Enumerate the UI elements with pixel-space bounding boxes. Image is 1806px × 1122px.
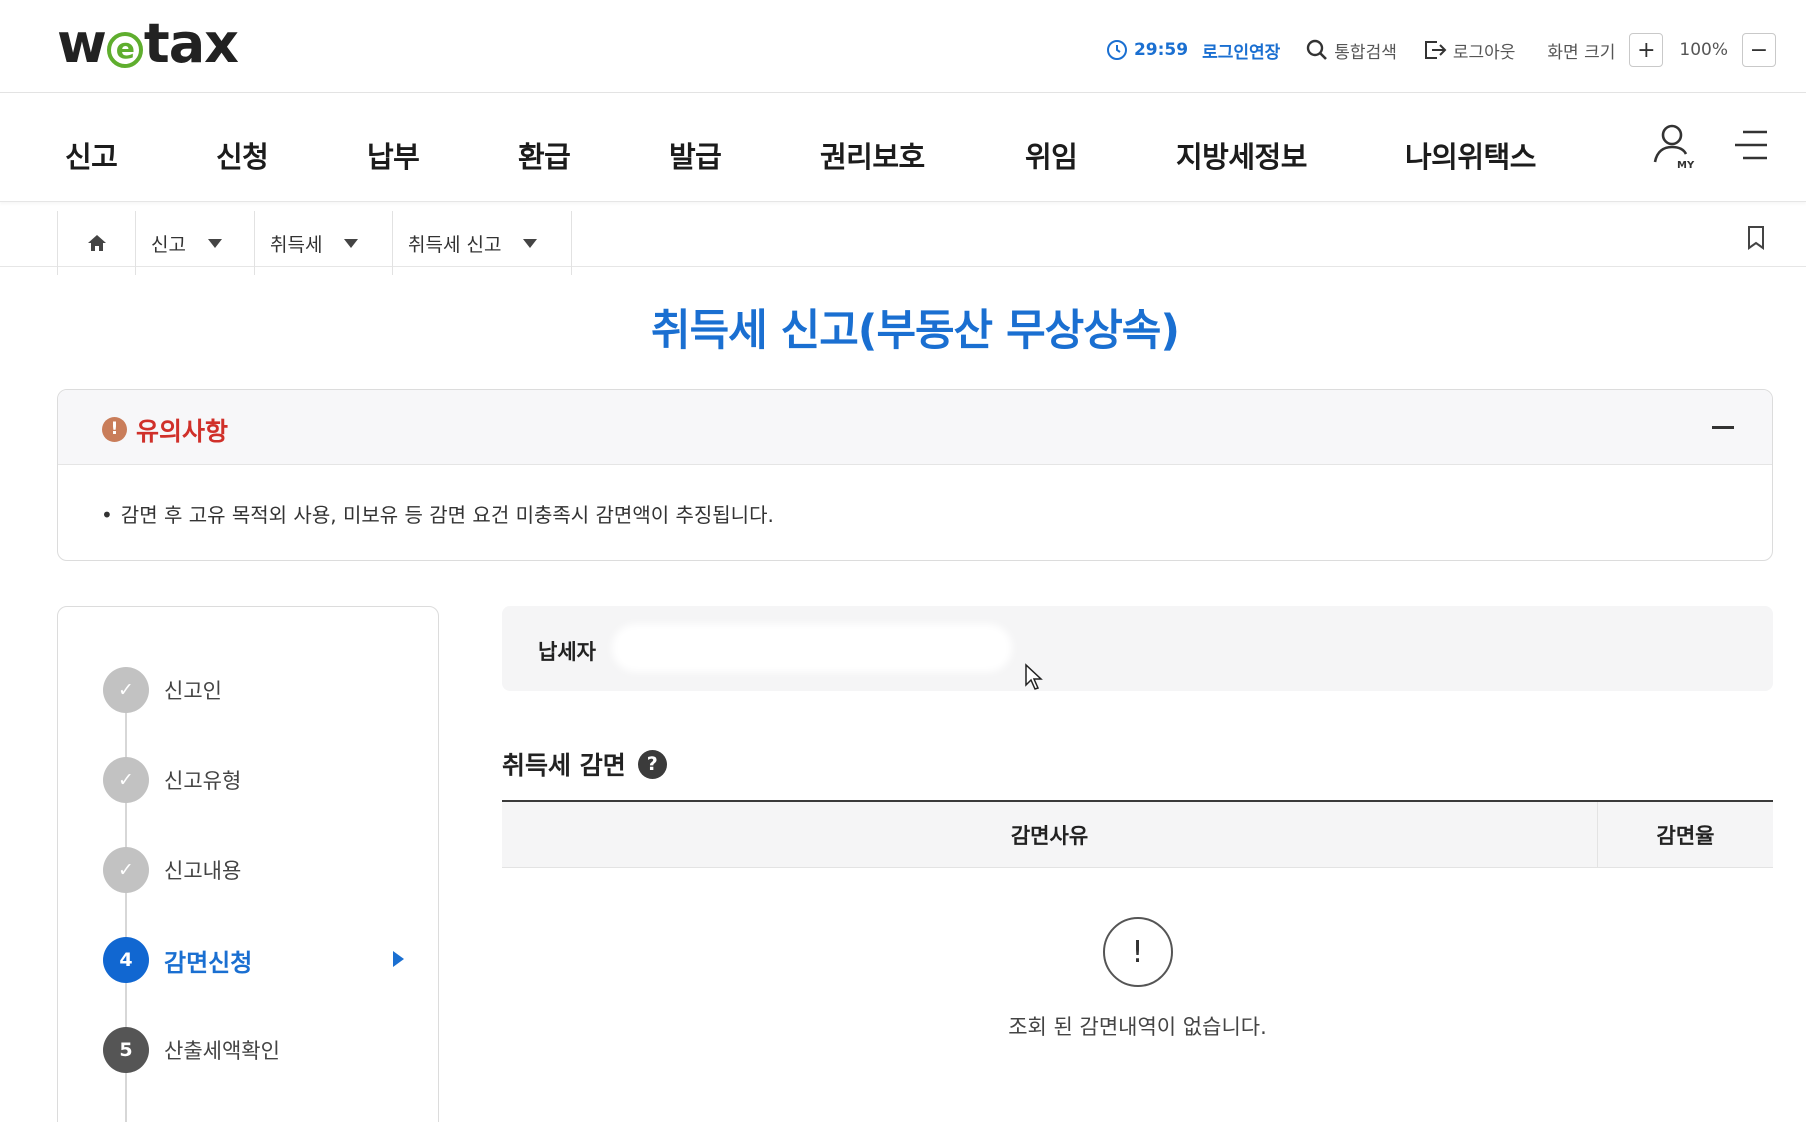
- nav-item-delegation[interactable]: 위임: [1025, 134, 1078, 176]
- step-item-tax-confirm[interactable]: 5 산출세액확인: [103, 1027, 280, 1073]
- taxpayer-box: 납세자: [502, 606, 1773, 691]
- bookmark-icon[interactable]: [1745, 225, 1767, 251]
- zoom-value: 100%: [1679, 40, 1728, 60]
- taxpayer-label: 납세자: [538, 640, 596, 664]
- step-label: 감면신청: [164, 948, 253, 977]
- search-label: 통합검색: [1334, 42, 1397, 63]
- wetax-logo[interactable]: w e tax: [57, 17, 239, 71]
- reduction-table: 감면사유 감면율: [502, 800, 1773, 868]
- nav-item-my-wetax[interactable]: 나의위택스: [1405, 134, 1536, 176]
- page-title: 취득세 신고(부동산 무상상속): [651, 306, 1180, 356]
- zoom-out-button[interactable]: −: [1742, 33, 1776, 67]
- my-page-icon[interactable]: MY: [1650, 122, 1696, 170]
- notice-panel: ! 유의사항 • 감면 후 고유 목적외 사용, 미보유 등 감면 요건 미충족시…: [57, 389, 1773, 561]
- column-header-rate: 감면율: [1656, 824, 1715, 848]
- section-title: 취득세 감면 ?: [502, 746, 667, 782]
- step-label: 신고인: [164, 679, 222, 703]
- clock-icon: [1106, 40, 1127, 60]
- chevron-down-icon: [344, 238, 359, 248]
- nav-item-refund[interactable]: 환급: [518, 134, 571, 176]
- search-button[interactable]: 통합검색: [1306, 38, 1397, 63]
- logout-button[interactable]: 로그아웃: [1423, 38, 1516, 63]
- zoom-label: 화면 크기: [1547, 42, 1616, 63]
- notice-body: • 감면 후 고유 목적외 사용, 미보유 등 감면 요건 미충족시 감면액이 추…: [58, 465, 1772, 528]
- exclamation-icon: !: [1102, 917, 1173, 987]
- main-nav: 신고 신청 납부 환급 발급 권리보호 위임 지방세정보 나의위택스 MY: [0, 94, 1806, 202]
- step-label: 신고유형: [164, 769, 242, 793]
- warning-icon: !: [102, 417, 127, 442]
- extend-login-button[interactable]: 로그인연장: [1202, 38, 1280, 63]
- nav-item-apply[interactable]: 신청: [216, 134, 269, 176]
- check-icon: ✓: [103, 757, 149, 803]
- breadcrumb-level-2-label: 취득세: [270, 233, 323, 256]
- chevron-down-icon: [207, 238, 222, 248]
- collapse-icon[interactable]: [1712, 426, 1734, 429]
- step-item-reduction-request[interactable]: 4 감면신청: [103, 937, 413, 983]
- redacted-taxpayer-name: [612, 624, 1012, 672]
- logout-icon: [1424, 41, 1447, 59]
- breadcrumb-level-2[interactable]: 취득세: [254, 211, 392, 275]
- breadcrumb-level-1-label: 신고: [151, 233, 186, 256]
- chevron-down-icon: [523, 238, 538, 248]
- nav-item-rights[interactable]: 권리보호: [820, 134, 925, 176]
- step-item-report-type[interactable]: ✓ 신고유형: [103, 757, 241, 803]
- svg-text:MY: MY: [1677, 160, 1695, 170]
- search-icon: [1307, 39, 1328, 60]
- section-title-text: 취득세 감면: [502, 751, 626, 780]
- mouse-cursor-icon: [1025, 663, 1043, 690]
- breadcrumb: 신고 취득세 취득세 신고: [0, 203, 1806, 275]
- top-bar: w e tax 29:59 로그인연장 통합검색 로그아웃 화면 크기 + 100%…: [0, 0, 1806, 93]
- logout-label: 로그아웃: [1452, 42, 1516, 63]
- step-label: 신고내용: [164, 859, 242, 883]
- check-icon: ✓: [103, 847, 149, 893]
- nav-item-report[interactable]: 신고: [65, 134, 118, 176]
- nav-item-local-tax-info[interactable]: 지방세정보: [1176, 134, 1307, 176]
- column-header-reason: 감면사유: [502, 802, 1598, 868]
- step-label: 산출세액확인: [164, 1039, 280, 1063]
- nav-item-issue[interactable]: 발급: [669, 134, 722, 176]
- breadcrumb-level-3[interactable]: 취득세 신고: [392, 211, 572, 275]
- breadcrumb-level-1[interactable]: 신고: [135, 211, 254, 275]
- breadcrumb-level-3-label: 취득세 신고: [408, 233, 502, 256]
- notice-text: 감면 후 고유 목적외 사용, 미보유 등 감면 요건 미충족시 감면액이 추징…: [120, 503, 774, 527]
- bullet-icon: •: [101, 503, 113, 527]
- zoom-in-button[interactable]: +: [1629, 33, 1664, 67]
- menu-icon[interactable]: [1733, 128, 1769, 162]
- triangle-right-icon: [393, 951, 404, 967]
- session-timer-value: 29:59: [1133, 40, 1189, 60]
- step-sidebar: ✓ 신고인 ✓ 신고유형 ✓ 신고내용 4 감면신청 5 산출세액확인: [57, 606, 439, 1122]
- home-icon: [87, 235, 106, 251]
- step-number-badge: 4: [103, 937, 149, 983]
- empty-state: ! 조회 된 감면내역이 없습니다.: [502, 917, 1773, 1041]
- breadcrumb-home[interactable]: [57, 211, 135, 275]
- empty-message: 조회 된 감면내역이 없습니다.: [1008, 1015, 1267, 1039]
- step-item-reporter[interactable]: ✓ 신고인: [103, 667, 222, 713]
- step-number-badge: 5: [103, 1027, 149, 1073]
- nav-item-payment[interactable]: 납부: [367, 134, 420, 176]
- logo-e-mark: e: [106, 32, 143, 68]
- notice-header[interactable]: ! 유의사항: [58, 390, 1772, 465]
- session-timer: 29:59: [1106, 39, 1188, 61]
- help-icon[interactable]: ?: [637, 749, 667, 779]
- step-item-report-content[interactable]: ✓ 신고내용: [103, 847, 241, 893]
- notice-title: 유의사항: [136, 417, 229, 446]
- table-header: 감면사유 감면율: [502, 800, 1773, 868]
- check-icon: ✓: [103, 667, 149, 713]
- utility-menu: 29:59 로그인연장 통합검색 로그아웃 화면 크기 + 100% −: [1106, 32, 1776, 68]
